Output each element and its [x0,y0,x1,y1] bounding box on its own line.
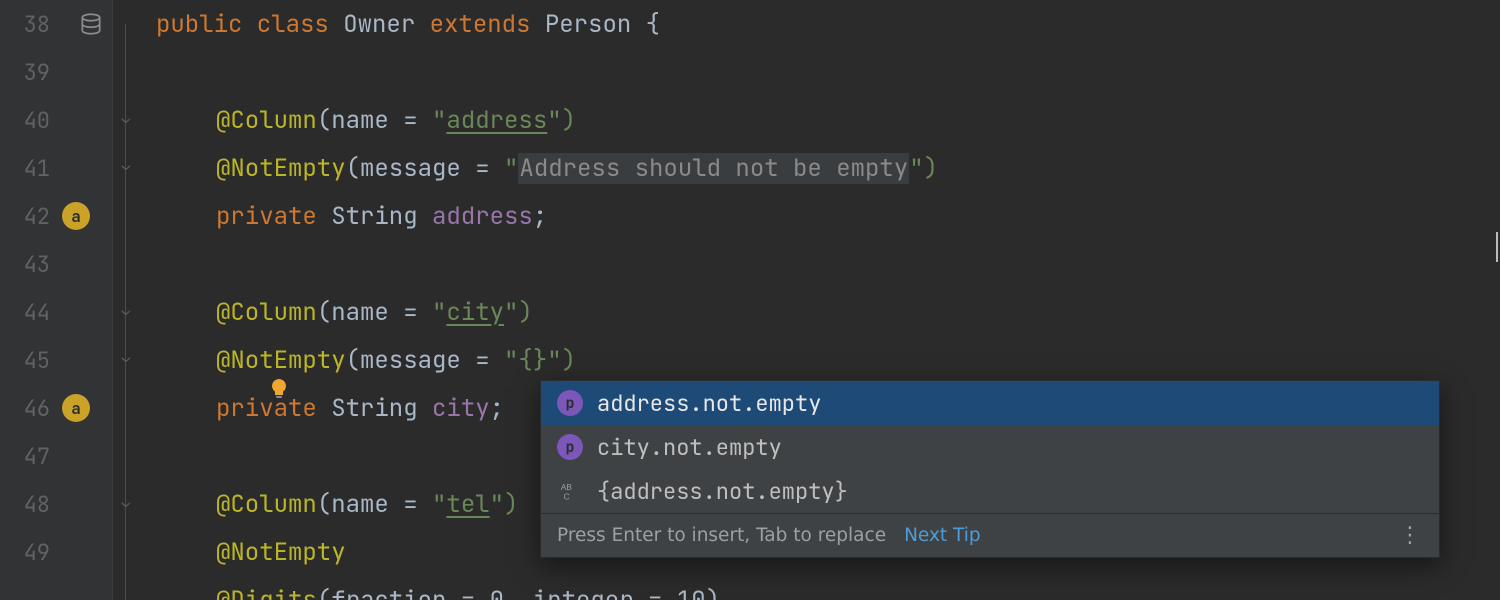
completion-item[interactable]: p address.not.empty [541,381,1439,425]
fold-toggle-icon[interactable]: ⌄ [117,349,135,367]
fold-toggle-icon[interactable]: ⌄ [117,302,135,320]
completion-label: address.not.empty [597,389,821,418]
fold-toggle-icon[interactable]: ⌄ [117,494,135,512]
completion-item[interactable]: ABC {address.not.empty} [541,469,1439,513]
line-number: 43 [24,250,112,279]
code-line[interactable] [156,240,1500,288]
code-line[interactable]: @Column(name = "city") [156,288,1500,336]
code-line[interactable]: @NotEmpty(message = "Address should not … [156,144,1500,192]
text-cursor-icon [1496,232,1498,262]
intention-bulb-icon[interactable] [152,346,176,370]
completion-item[interactable]: p city.not.empty [541,425,1439,469]
line-number: 47 [24,442,112,471]
code-editor[interactable]: 38 39 40 41 42 a 43 44 45 46 a 47 48 49 … [0,0,1500,600]
code-line[interactable]: @Column(name = "address") [156,96,1500,144]
gutter: 38 39 40 41 42 a 43 44 45 46 a 47 48 49 [0,0,112,600]
more-icon[interactable]: ⋮ [1399,523,1423,548]
line-number: 48 [24,490,112,519]
usage-badge-icon[interactable]: a [62,394,90,422]
line-number: 49 [24,538,112,567]
usage-badge-icon[interactable]: a [62,202,90,230]
line-number: 44 [24,298,112,327]
line-number: 40 [24,106,112,135]
code-line[interactable]: @Digits(fraction = 0, integer = 10) [156,576,1500,600]
code-line[interactable]: @NotEmpty(message = "{}") [156,336,1500,384]
completion-hint: Press Enter to insert, Tab to replace [557,525,886,546]
completion-popup: p address.not.empty p city.not.empty ABC… [540,380,1440,558]
property-icon: p [557,390,583,416]
completion-label: city.not.empty [597,433,782,462]
database-icon[interactable] [78,11,104,37]
text-icon: ABC [557,478,583,504]
svg-text:C: C [564,492,570,501]
line-number: 45 [24,346,112,375]
fold-toggle-icon[interactable]: ⌄ [117,110,135,128]
code-line[interactable]: private String address; [156,192,1500,240]
property-icon: p [557,434,583,460]
line-number: 39 [24,58,112,87]
code-line[interactable]: public class Owner extends Person { [156,0,1500,48]
completion-footer: Press Enter to insert, Tab to replace Ne… [541,513,1439,557]
code-line[interactable] [156,48,1500,96]
next-tip-link[interactable]: Next Tip [904,525,981,546]
fold-toggle-icon[interactable]: ⌄ [117,157,135,175]
fold-column: ⌄ ⌄ ⌄ ⌄ ⌄ [112,0,144,600]
completion-label: {address.not.empty} [597,477,848,506]
line-number: 41 [24,154,112,183]
svg-text:AB: AB [561,483,573,492]
